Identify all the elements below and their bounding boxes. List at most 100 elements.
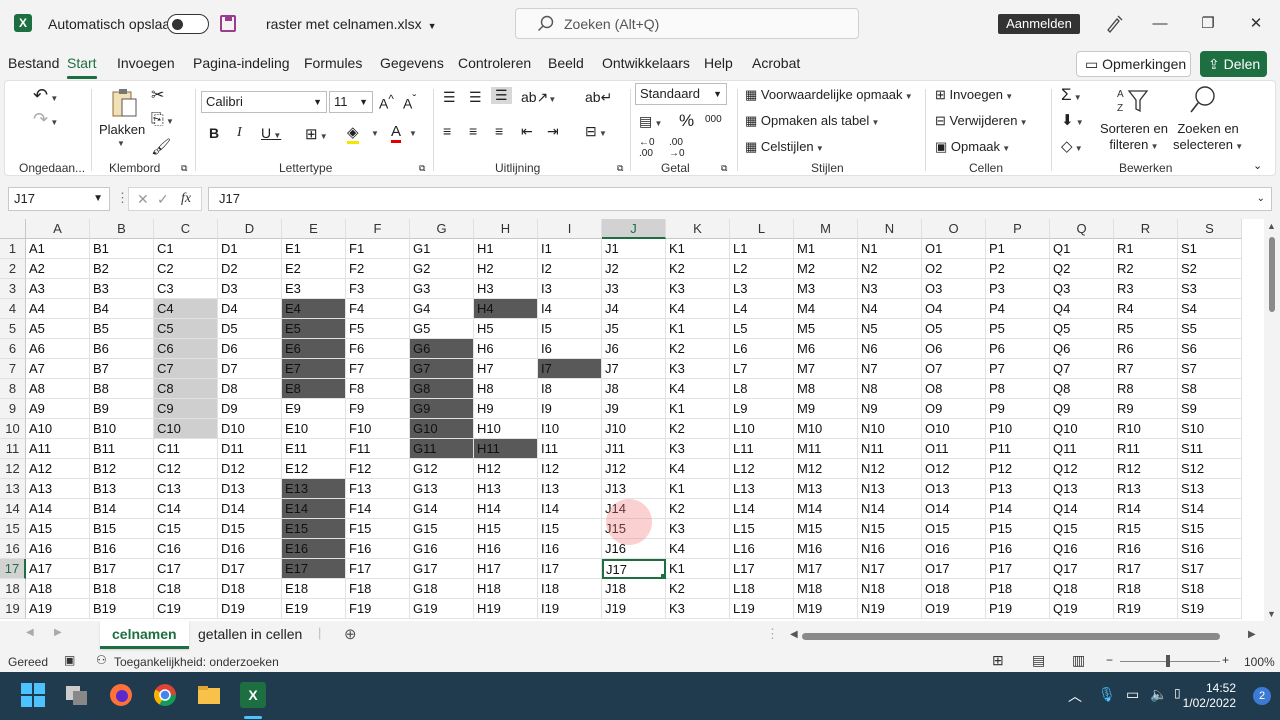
cell-m16[interactable]: M16 [794, 539, 858, 559]
cell-a17[interactable]: A17 [26, 559, 90, 579]
column-header[interactable]: M [794, 219, 858, 239]
bold-icon[interactable]: B [209, 125, 219, 141]
cell-s7[interactable]: S7 [1178, 359, 1242, 379]
cell-n7[interactable]: N7 [858, 359, 922, 379]
cell-q16[interactable]: Q16 [1050, 539, 1114, 559]
cell-h14[interactable]: H14 [474, 499, 538, 519]
cell-l12[interactable]: L12 [730, 459, 794, 479]
cell-a16[interactable]: A16 [26, 539, 90, 559]
cell-d13[interactable]: D13 [218, 479, 282, 499]
cell-m5[interactable]: M5 [794, 319, 858, 339]
cell-r9[interactable]: R9 [1114, 399, 1178, 419]
format-painter-icon[interactable]: 🖌 [151, 137, 171, 157]
cell-j10[interactable]: J10 [602, 419, 666, 439]
cell-a18[interactable]: A18 [26, 579, 90, 599]
cell-n16[interactable]: N16 [858, 539, 922, 559]
cell-i8[interactable]: I8 [538, 379, 602, 399]
cell-m13[interactable]: M13 [794, 479, 858, 499]
name-box[interactable]: J17 ▼ [8, 187, 110, 211]
cell-s4[interactable]: S4 [1178, 299, 1242, 319]
cell-h17[interactable]: H17 [474, 559, 538, 579]
cell-s2[interactable]: S2 [1178, 259, 1242, 279]
cell-i7[interactable]: I7 [538, 359, 602, 379]
cell-r14[interactable]: R14 [1114, 499, 1178, 519]
find-select-button[interactable]: Zoeken en selecteren ▼ [1173, 121, 1243, 155]
thousands-separator-icon[interactable]: 000 [705, 114, 722, 125]
next-sheet-icon[interactable]: ▶ [54, 627, 62, 638]
chevron-down-icon[interactable]: ▼ [409, 129, 417, 138]
cell-o1[interactable]: O1 [922, 239, 986, 259]
zoom-slider-thumb[interactable] [1166, 655, 1170, 667]
zoom-level[interactable]: 100% [1244, 655, 1275, 669]
chevron-down-icon[interactable]: ▼ [371, 129, 379, 138]
cell-k5[interactable]: K1 [666, 319, 730, 339]
paste-label[interactable]: Plakken [99, 122, 145, 137]
file-explorer-icon[interactable] [196, 682, 222, 708]
cell-p10[interactable]: P10 [986, 419, 1050, 439]
cell-l11[interactable]: L11 [730, 439, 794, 459]
cell-n5[interactable]: N5 [858, 319, 922, 339]
chevron-up-icon[interactable]: ︿ [1068, 686, 1082, 706]
cell-i5[interactable]: I5 [538, 319, 602, 339]
format-as-table-button[interactable]: ▦ Opmaken als tabel ▼ [745, 113, 879, 129]
cell-h5[interactable]: H5 [474, 319, 538, 339]
sheet-tab-celnamen[interactable]: celnamen [100, 621, 189, 649]
dialog-launcher-icon[interactable]: ⧉ [181, 163, 187, 174]
cell-c2[interactable]: C2 [154, 259, 218, 279]
cell-m11[interactable]: M11 [794, 439, 858, 459]
cell-p18[interactable]: P18 [986, 579, 1050, 599]
cell-g13[interactable]: G13 [410, 479, 474, 499]
cell-m19[interactable]: M19 [794, 599, 858, 619]
cell-n4[interactable]: N4 [858, 299, 922, 319]
cell-s14[interactable]: S14 [1178, 499, 1242, 519]
column-header[interactable]: H [474, 219, 538, 239]
search-input[interactable]: Zoeken (Alt+Q) [515, 8, 859, 39]
cell-b8[interactable]: B8 [90, 379, 154, 399]
cell-s3[interactable]: S3 [1178, 279, 1242, 299]
cell-b5[interactable]: B5 [90, 319, 154, 339]
cell-a6[interactable]: A6 [26, 339, 90, 359]
macro-record-icon[interactable]: ▣ [64, 653, 75, 667]
signin-button[interactable]: Aanmelden [998, 14, 1080, 34]
microphone-icon[interactable]: 🎙 [1098, 686, 1116, 703]
cell-e9[interactable]: E9 [282, 399, 346, 419]
cell-l7[interactable]: L7 [730, 359, 794, 379]
zoom-out-icon[interactable]: − [1106, 653, 1113, 667]
cell-b2[interactable]: B2 [90, 259, 154, 279]
cell-a9[interactable]: A9 [26, 399, 90, 419]
cell-p5[interactable]: P5 [986, 319, 1050, 339]
sort-filter-icon[interactable]: AZ [1117, 85, 1151, 115]
cell-g19[interactable]: G19 [410, 599, 474, 619]
cell-q8[interactable]: Q8 [1050, 379, 1114, 399]
align-bottom-icon[interactable]: ☰ [491, 87, 512, 104]
orientation-icon[interactable]: ab↗▼ [521, 89, 556, 106]
cell-m1[interactable]: M1 [794, 239, 858, 259]
cell-h12[interactable]: H12 [474, 459, 538, 479]
format-cells-button[interactable]: ▣ Opmaak ▼ [935, 139, 1010, 155]
accessibility-icon[interactable]: ⚇ [96, 653, 107, 667]
cell-b7[interactable]: B7 [90, 359, 154, 379]
cell-k8[interactable]: K4 [666, 379, 730, 399]
row-header[interactable]: 1 [0, 239, 26, 259]
cell-m10[interactable]: M10 [794, 419, 858, 439]
cell-l3[interactable]: L3 [730, 279, 794, 299]
column-header[interactable]: D [218, 219, 282, 239]
cell-i11[interactable]: I11 [538, 439, 602, 459]
row-header[interactable]: 14 [0, 499, 26, 519]
cell-k18[interactable]: K2 [666, 579, 730, 599]
cell-s17[interactable]: S17 [1178, 559, 1242, 579]
cell-f6[interactable]: F6 [346, 339, 410, 359]
cell-h19[interactable]: H19 [474, 599, 538, 619]
delete-cells-button[interactable]: ⊟ Verwijderen ▼ [935, 113, 1028, 129]
cell-e16[interactable]: E16 [282, 539, 346, 559]
cell-o9[interactable]: O9 [922, 399, 986, 419]
row-header[interactable]: 6 [0, 339, 26, 359]
cell-i15[interactable]: I15 [538, 519, 602, 539]
cell-a2[interactable]: A2 [26, 259, 90, 279]
column-header[interactable]: J [602, 219, 666, 239]
cell-f11[interactable]: F11 [346, 439, 410, 459]
cell-r4[interactable]: R4 [1114, 299, 1178, 319]
row-header[interactable]: 7 [0, 359, 26, 379]
cell-j6[interactable]: J6 [602, 339, 666, 359]
cell-d17[interactable]: D17 [218, 559, 282, 579]
